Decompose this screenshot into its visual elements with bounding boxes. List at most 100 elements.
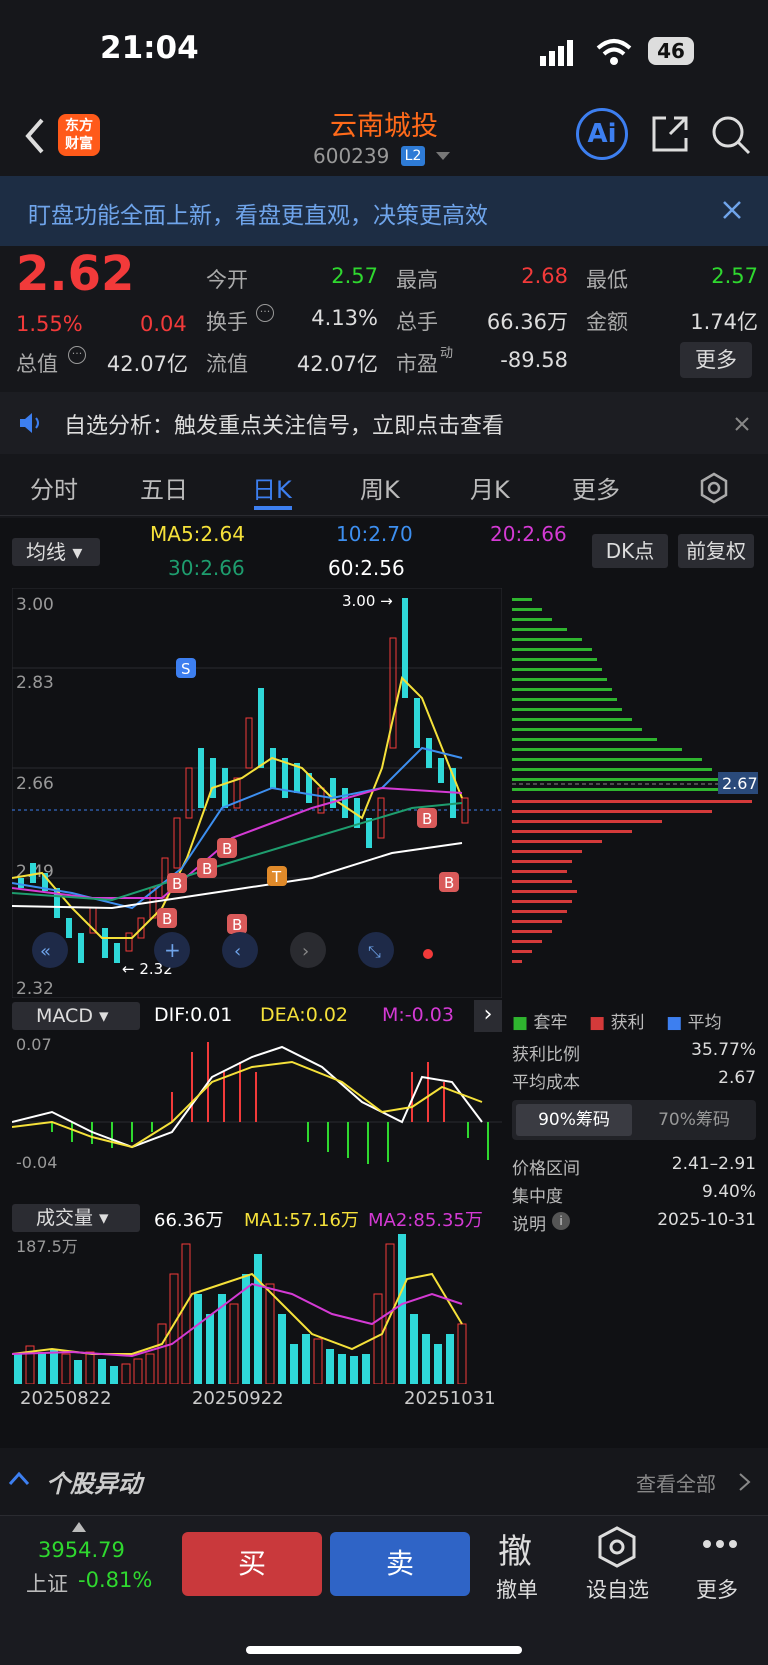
macd-selector[interactable]: MACD ▾ <box>12 1002 140 1030</box>
close-icon[interactable] <box>722 200 742 220</box>
ma-selector[interactable]: 均线 ▾ <box>12 538 100 566</box>
profit-ratio-value: 35.77% <box>691 1040 756 1060</box>
float-label: 流值 <box>206 352 248 376</box>
l2-badge[interactable]: L2 <box>401 146 425 166</box>
open-value: 2.57 <box>331 264 378 288</box>
y-label: 2.83 <box>16 673 54 693</box>
expand-icon[interactable]: › <box>474 1000 502 1032</box>
svg-text:B: B <box>422 810 432 828</box>
cancel-icon[interactable]: 撤 <box>498 1524 532 1573</box>
svg-text:B: B <box>222 840 232 858</box>
tab-indicator <box>254 506 292 510</box>
info-icon[interactable]: ··· <box>68 346 86 364</box>
index-change: -0.81% <box>78 1568 153 1592</box>
home-indicator <box>246 1646 522 1654</box>
svg-text:›: › <box>302 941 309 962</box>
high-mark: 3.00 → <box>342 592 393 610</box>
ma60-label: 60:2.56 <box>328 556 405 580</box>
search-icon[interactable] <box>710 114 752 156</box>
view-all-link[interactable]: 查看全部 <box>636 1468 716 1497</box>
y-label: 2.66 <box>16 774 54 794</box>
date-label: 20251031 <box>404 1388 496 1409</box>
tab-weekly-k[interactable]: 周K <box>360 470 400 505</box>
macd-m: M:-0.03 <box>382 1004 454 1026</box>
high-value: 2.68 <box>521 264 568 288</box>
info-icon[interactable]: ··· <box>256 304 274 322</box>
price-range-value: 2.41–2.91 <box>671 1154 756 1174</box>
change-pct: 1.55% <box>16 312 83 336</box>
macd-dea: DEA:0.02 <box>260 1004 349 1026</box>
settings-icon[interactable] <box>698 472 730 504</box>
tab-5day[interactable]: 五日 <box>140 470 188 505</box>
dk-button[interactable]: DK点 <box>592 534 668 568</box>
mktcap-value: 42.07亿 <box>106 352 188 376</box>
chip-legend: ■ 套牢 ■ 获利 ■ 平均 <box>512 1013 722 1033</box>
tab-monthly-k[interactable]: 月K <box>470 470 510 505</box>
profit-ratio-label: 获利比例 <box>512 1045 580 1065</box>
ma10-label: 10:2.70 <box>336 522 413 546</box>
watchlist-icon[interactable] <box>596 1526 638 1568</box>
macd-dif: DIF:0.01 <box>154 1004 233 1026</box>
date-label: 20250922 <box>192 1388 284 1409</box>
buy-button[interactable]: 买 <box>182 1532 322 1596</box>
share-icon[interactable] <box>650 114 690 154</box>
signal-b-icon: B <box>417 808 437 828</box>
macd-chart: 0.07 -0.04 <box>12 1035 502 1172</box>
sell-button[interactable]: 卖 <box>330 1532 470 1596</box>
tab-70-chip[interactable]: 70%筹码 <box>636 1104 752 1136</box>
stock-code: 600239 <box>313 144 390 168</box>
y-label: 3.00 <box>16 595 54 615</box>
dropdown-icon[interactable] <box>436 152 450 162</box>
status-time: 21:04 <box>100 30 199 66</box>
index-value[interactable]: 3954.79 <box>38 1538 125 1562</box>
index-name: 上证 <box>26 1572 68 1596</box>
low-label: 最低 <box>586 268 628 292</box>
tab-90-chip[interactable]: 90%筹码 <box>516 1104 632 1136</box>
volume-value: 66.36万 <box>486 310 568 334</box>
watchlist-label[interactable]: 设自选 <box>586 1574 649 1604</box>
grid-lines <box>12 667 502 879</box>
notice-bar[interactable]: 自选分析：触发重点关注信号，立即点击查看 <box>0 392 768 454</box>
chip-tabs: 90%筹码 70%筹码 <box>512 1100 756 1140</box>
avg-cost-label: 2.67 <box>722 774 758 793</box>
stock-move-section[interactable]: 个股异动 查看全部 <box>0 1450 768 1510</box>
signal-t-icon: T <box>267 866 287 886</box>
svg-text:T: T <box>271 868 282 886</box>
pe-sup: 动 <box>440 346 454 361</box>
fuquan-button[interactable]: 前复权 <box>678 534 754 568</box>
chevron-up-icon[interactable] <box>8 1470 30 1486</box>
tab-fenshi[interactable]: 分时 <box>30 470 78 505</box>
turnover-label: 换手 <box>206 310 248 334</box>
cancel-label[interactable]: 撤单 <box>496 1574 538 1604</box>
signal-b-icon: B <box>197 858 217 878</box>
chart-area: 均线 ▾ MA5:2.64 10:2.70 20:2.66 30:2.66 60… <box>0 518 768 1448</box>
more-icon[interactable] <box>702 1538 738 1550</box>
svg-text:0.07: 0.07 <box>16 1035 52 1054</box>
volume-selector[interactable]: 成交量 ▾ <box>12 1204 140 1232</box>
svg-text:«: « <box>40 941 51 962</box>
chart-controls: « + ‹ › ⤡ <box>32 932 433 968</box>
status-bar: 21:04 46 <box>0 0 768 100</box>
tab-daily-k[interactable]: 日K <box>252 470 292 505</box>
price-range-label: 价格区间 <box>512 1159 580 1179</box>
avg-cost-label: 平均成本 <box>512 1073 580 1093</box>
ma30-label: 30:2.66 <box>168 556 245 580</box>
more-label[interactable]: 更多 <box>696 1574 738 1604</box>
promo-banner[interactable]: 盯盘功能全面上新，看盘更直观，决策更高效 <box>0 176 768 246</box>
signal-b-icon: B <box>157 908 177 928</box>
close-icon[interactable] <box>734 416 750 432</box>
speaker-icon <box>20 413 39 433</box>
tab-more[interactable]: 更多 <box>572 470 620 505</box>
more-button[interactable]: 更多 <box>680 342 752 378</box>
change-value: 0.04 <box>140 312 187 336</box>
battery-icon: 46 <box>648 37 694 65</box>
kline-chart[interactable]: 3.00 2.83 2.66 2.49 2.32 <box>12 588 502 998</box>
chevron-right-icon[interactable] <box>738 1472 752 1492</box>
info-icon[interactable]: i <box>552 1212 570 1230</box>
concentration-label: 集中度 <box>512 1187 563 1207</box>
ma10-line <box>12 746 463 910</box>
bottom-bar: 3954.79 上证 -0.81% 买 卖 撤 撤单 设自选 更多 <box>0 1515 768 1665</box>
volume-chart: 187.5万 <box>12 1234 467 1384</box>
volume-label: 总手 <box>396 310 438 334</box>
ai-icon[interactable]: Ai <box>576 108 628 160</box>
